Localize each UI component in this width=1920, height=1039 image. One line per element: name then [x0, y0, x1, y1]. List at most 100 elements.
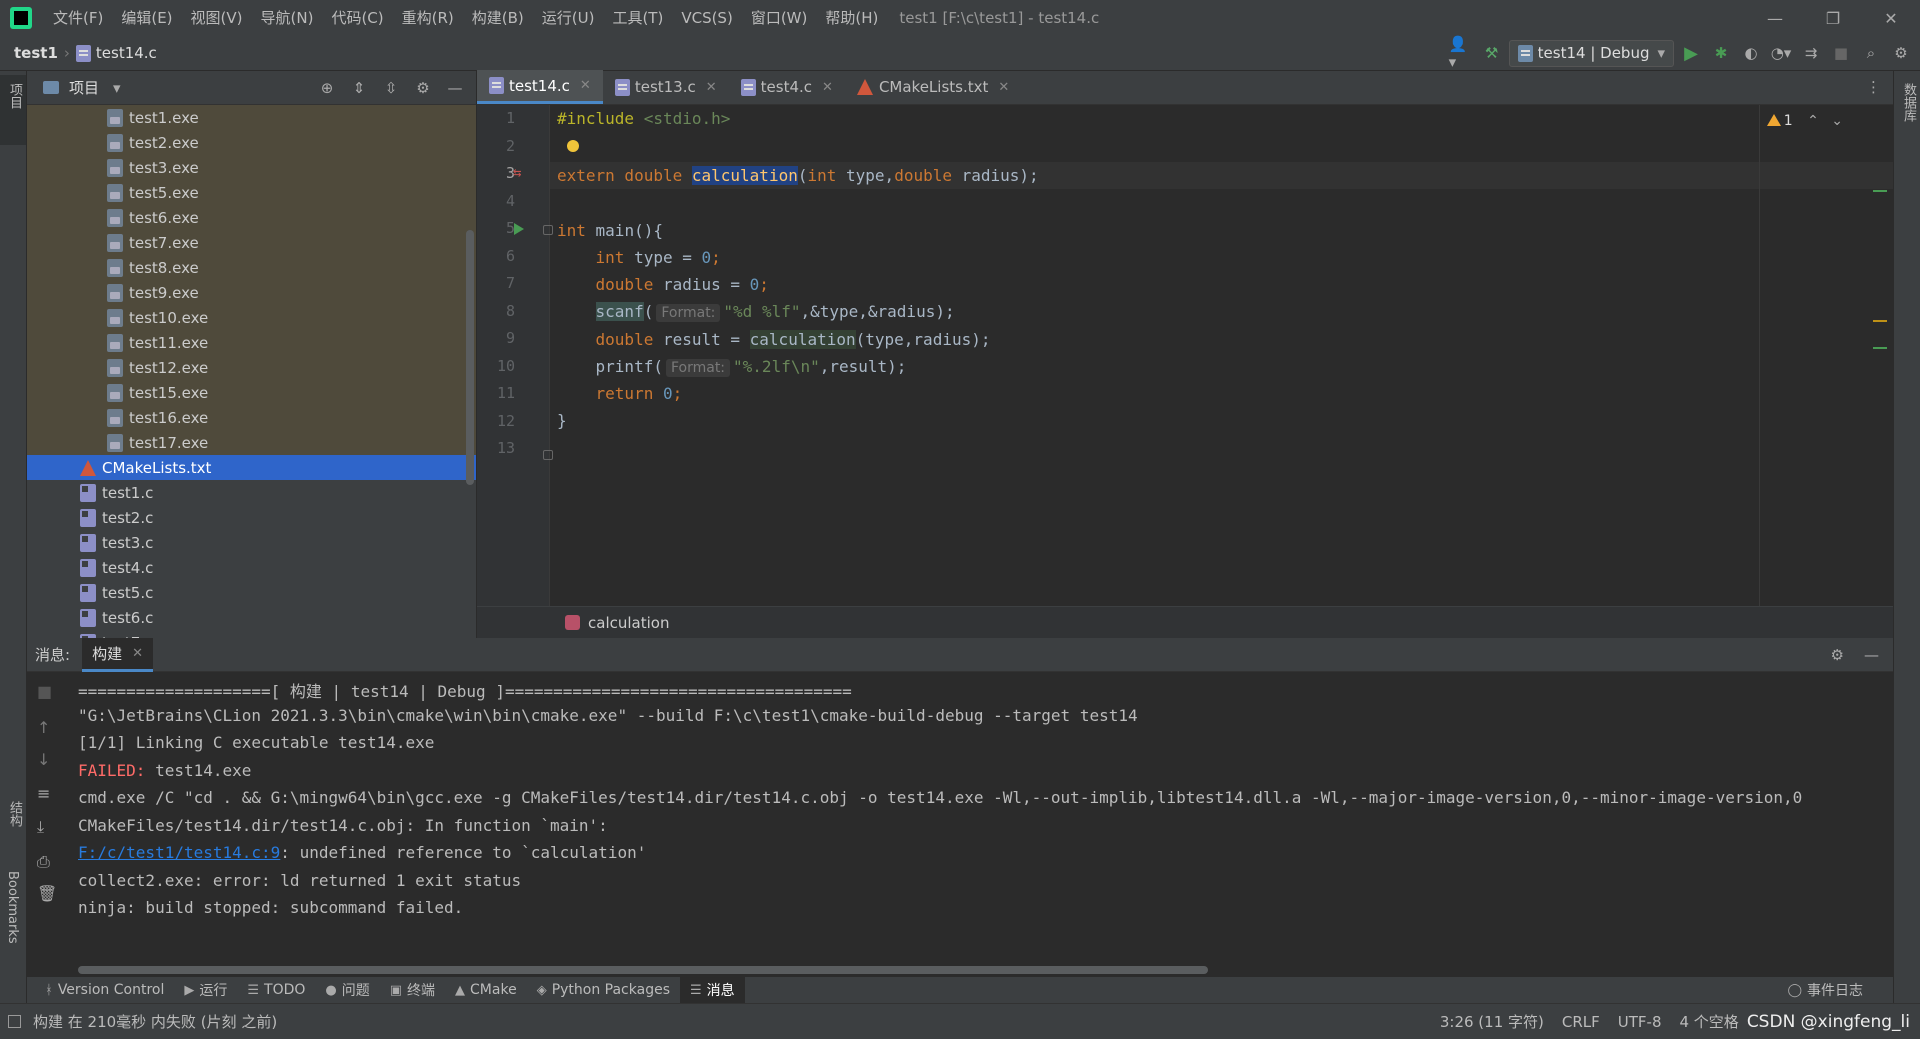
- close-icon[interactable]: ✕: [998, 80, 1009, 95]
- previous-highlight-icon[interactable]: ⌃: [1807, 113, 1819, 129]
- tool-messages[interactable]: ☰ 消息: [680, 977, 745, 1003]
- settings-gear-icon[interactable]: ⚙: [1888, 40, 1914, 66]
- tree-item-exe[interactable]: test10.exe: [27, 305, 476, 330]
- locate-icon[interactable]: ⊕: [314, 75, 340, 101]
- source-link[interactable]: F:/c/test1/test14.c:9: [78, 843, 280, 862]
- close-icon[interactable]: ✕: [132, 646, 143, 661]
- tree-item-exe[interactable]: test1.exe: [27, 105, 476, 130]
- tree-item-c-file[interactable]: test1.c: [27, 480, 476, 505]
- hide-icon[interactable]: —: [1864, 646, 1879, 664]
- search-icon[interactable]: ⌕: [1858, 40, 1884, 66]
- trash-icon[interactable]: 🗑: [37, 884, 57, 903]
- more-tabs-icon[interactable]: ⋮: [1866, 78, 1881, 96]
- tool-python-packages[interactable]: ◈ Python Packages: [527, 977, 680, 1003]
- close-icon[interactable]: ✕: [706, 80, 717, 95]
- hide-icon[interactable]: —: [442, 75, 468, 101]
- inspection-widget[interactable]: 1 ⌃ ⌄: [1766, 113, 1843, 129]
- fold-icon[interactable]: [543, 225, 553, 235]
- tool-cmake[interactable]: ▲ CMake: [445, 977, 527, 1003]
- tree-item-exe[interactable]: test9.exe: [27, 280, 476, 305]
- tree-item-c-file[interactable]: test4.c: [27, 555, 476, 580]
- restore-button[interactable]: ❐: [1804, 0, 1862, 36]
- profiler-icon[interactable]: ◔▾: [1768, 40, 1794, 66]
- structure-tool-button[interactable]: 结构: [5, 801, 24, 827]
- menu-window[interactable]: 窗口(W): [742, 0, 817, 36]
- tree-item-exe[interactable]: test15.exe: [27, 380, 476, 405]
- tree-item-exe[interactable]: test8.exe: [27, 255, 476, 280]
- minimize-button[interactable]: —: [1746, 0, 1804, 36]
- tool-todo[interactable]: ☰ TODO: [237, 977, 315, 1003]
- menu-edit[interactable]: 编辑(E): [112, 0, 181, 36]
- change-marker[interactable]: [1873, 190, 1887, 192]
- close-window-button[interactable]: ✕: [1862, 0, 1920, 36]
- menu-help[interactable]: 帮助(H): [816, 0, 887, 36]
- caret-position[interactable]: 3:26 (11 字符): [1440, 1011, 1544, 1032]
- bookmarks-tool-button[interactable]: Bookmarks: [5, 871, 20, 944]
- build-output-console[interactable]: ====================[ 构建 | test14 | Debu…: [63, 672, 1893, 977]
- tree-item-c-file[interactable]: test6.c: [27, 605, 476, 630]
- gear-icon[interactable]: ⚙: [1831, 646, 1844, 664]
- tab-test13-c[interactable]: test13.c ✕: [603, 70, 729, 104]
- menu-vcs[interactable]: VCS(S): [672, 0, 741, 36]
- tree-item-cmakelists[interactable]: CMakeLists.txt: [27, 455, 476, 480]
- run-icon[interactable]: ▶: [1678, 40, 1704, 66]
- scroll-to-end-icon[interactable]: ⤓: [37, 817, 44, 837]
- tree-item-c-file[interactable]: test5.c: [27, 580, 476, 605]
- console-horizontal-scrollbar[interactable]: [78, 966, 1208, 974]
- tree-item-exe[interactable]: test3.exe: [27, 155, 476, 180]
- chevron-down-icon[interactable]: ▾: [113, 79, 121, 97]
- breadcrumb-symbol[interactable]: calculation: [588, 614, 669, 632]
- stop-icon[interactable]: ■: [37, 682, 52, 701]
- close-icon[interactable]: ✕: [580, 78, 591, 93]
- indent-setting[interactable]: 4 个空格: [1680, 1011, 1739, 1032]
- fold-icon[interactable]: [543, 450, 553, 460]
- change-marker[interactable]: [1873, 347, 1887, 349]
- tree-item-exe[interactable]: test16.exe: [27, 405, 476, 430]
- tree-item-exe[interactable]: test7.exe: [27, 230, 476, 255]
- project-tool-button[interactable]: 项目: [5, 83, 24, 109]
- coverage-icon[interactable]: ◐: [1738, 40, 1764, 66]
- tool-event-log[interactable]: ◯ 事件日志: [1777, 977, 1873, 1003]
- tool-problems[interactable]: ● 问题: [315, 977, 379, 1003]
- tab-test14-c[interactable]: test14.c ✕: [477, 70, 603, 104]
- attach-icon[interactable]: ⇉: [1798, 40, 1824, 66]
- panel-toggle-icon[interactable]: [8, 1015, 21, 1028]
- print-icon[interactable]: ⎙: [37, 852, 50, 872]
- collapse-all-icon[interactable]: ⇳: [378, 75, 404, 101]
- breadcrumb-project[interactable]: test1: [14, 44, 58, 62]
- file-encoding[interactable]: UTF-8: [1618, 1013, 1662, 1031]
- run-gutter-icon[interactable]: [514, 223, 524, 235]
- code-editor[interactable]: 1 2 3 4 5 6 7 8 9 10 11 12 13 ⇆ #include <stdio.h> e…: [477, 105, 1893, 606]
- database-tool-button[interactable]: 数据库: [1899, 83, 1918, 122]
- warning-marker[interactable]: [1873, 320, 1887, 322]
- menu-build[interactable]: 构建(B): [463, 0, 533, 36]
- tab-cmakelists[interactable]: CMakeLists.txt ✕: [845, 70, 1021, 104]
- line-separator[interactable]: CRLF: [1562, 1013, 1600, 1031]
- tab-build[interactable]: 构建 ✕: [82, 637, 153, 672]
- stop-icon[interactable]: ■: [1828, 40, 1854, 66]
- arrow-up-icon[interactable]: ↑: [37, 718, 50, 737]
- tool-terminal[interactable]: ▣ 终端: [380, 977, 445, 1003]
- menu-tools[interactable]: 工具(T): [603, 0, 672, 36]
- lightbulb-icon[interactable]: [567, 140, 579, 152]
- status-message[interactable]: 构建 在 210毫秒 内失败 (片刻 之前): [33, 1011, 277, 1032]
- menu-run[interactable]: 运行(U): [533, 0, 604, 36]
- tree-item-exe[interactable]: test12.exe: [27, 355, 476, 380]
- menu-navigate[interactable]: 导航(N): [252, 0, 323, 36]
- user-icon[interactable]: 👤▾: [1449, 35, 1475, 71]
- tree-item-exe[interactable]: test6.exe: [27, 205, 476, 230]
- tree-item-exe[interactable]: test17.exe: [27, 430, 476, 455]
- close-icon[interactable]: ✕: [822, 80, 833, 95]
- menu-refactor[interactable]: 重构(R): [393, 0, 463, 36]
- debug-bug-icon[interactable]: ✱: [1708, 40, 1734, 66]
- breadcrumb-file[interactable]: test14.c: [96, 44, 157, 62]
- project-panel-title[interactable]: 项目: [69, 77, 99, 98]
- tool-run[interactable]: ▶ 运行: [174, 977, 237, 1003]
- tree-item-exe[interactable]: test5.exe: [27, 180, 476, 205]
- next-highlight-icon[interactable]: ⌄: [1831, 113, 1843, 129]
- project-tree-scrollbar[interactable]: [466, 230, 474, 485]
- tree-item-exe[interactable]: test2.exe: [27, 130, 476, 155]
- arrow-down-icon[interactable]: ↓: [37, 750, 50, 769]
- menu-code[interactable]: 代码(C): [322, 0, 392, 36]
- tool-version-control[interactable]: ᚼ Version Control: [35, 977, 174, 1003]
